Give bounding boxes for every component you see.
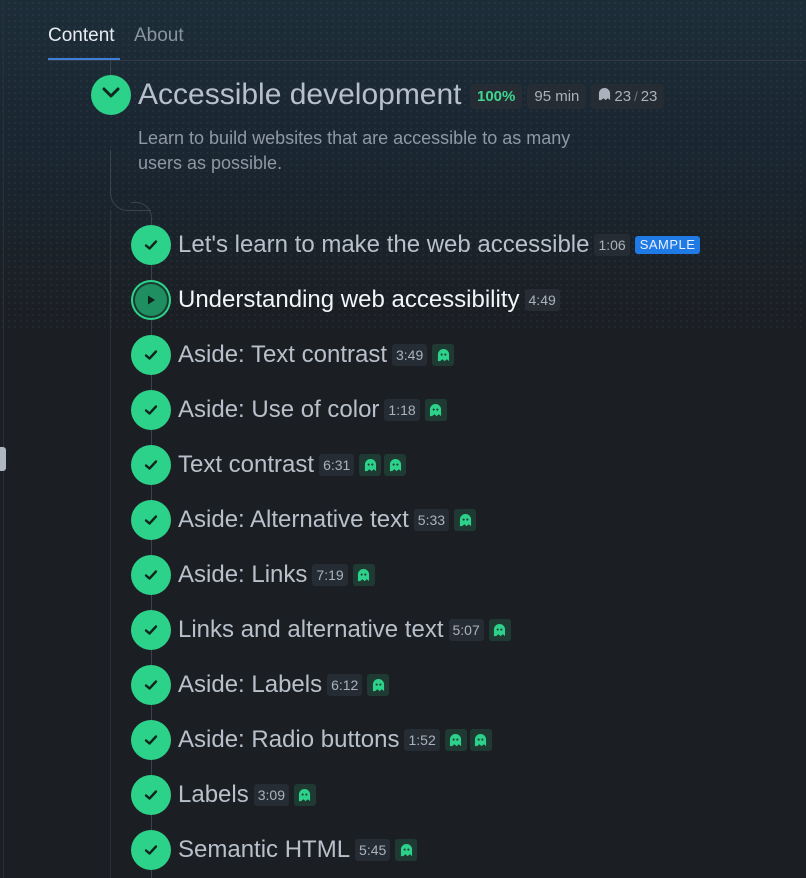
lesson-item[interactable]: Aside: Use of color 1:18 [131, 390, 447, 430]
lesson-item[interactable]: Text contrast 6:31 [131, 445, 407, 485]
lesson-item[interactable]: Aside: Radio buttons 1:52 [131, 720, 492, 760]
ghost-icon [598, 84, 611, 109]
checkmark-icon[interactable] [131, 335, 171, 375]
left-panel-border [3, 0, 4, 878]
ghost-icon [384, 454, 407, 476]
checkmark-icon[interactable] [131, 610, 171, 650]
lesson-duration: 7:19 [312, 564, 348, 586]
lesson-item[interactable]: Aside: Links 7:19 [131, 555, 375, 595]
ghost-icon [395, 839, 418, 861]
challenges-done: 23 [614, 88, 632, 105]
challenges-badge: 23 / 23 [591, 84, 665, 109]
lesson-item[interactable]: Let's learn to make the web accessible 1:… [131, 225, 701, 265]
lesson-title[interactable]: Labels [178, 781, 249, 809]
ghost-icon [352, 564, 375, 586]
lesson-title[interactable]: Let's learn to make the web accessible [178, 231, 589, 259]
lesson-title[interactable]: Aside: Radio buttons [178, 726, 399, 754]
checkmark-icon[interactable] [131, 445, 171, 485]
lesson-duration: 5:07 [448, 619, 484, 641]
lesson-duration: 3:09 [253, 784, 289, 806]
checkmark-icon[interactable] [131, 555, 171, 595]
checkmark-icon[interactable] [131, 390, 171, 430]
ghost-icon [488, 619, 511, 641]
checkmark-icon[interactable] [131, 665, 171, 705]
section-description: Learn to build websites that are accessi… [138, 128, 571, 173]
lesson-duration: 5:45 [355, 839, 391, 861]
lesson-title[interactable]: Links and alternative text [178, 616, 444, 644]
chevron-down-icon [102, 86, 120, 104]
lesson-duration: 6:12 [327, 674, 363, 696]
lesson-item[interactable]: Links and alternative text 5:07 [131, 610, 511, 650]
lesson-title[interactable]: Aside: Labels [178, 671, 322, 699]
lesson-duration: 4:49 [524, 289, 560, 311]
ghost-icon [444, 729, 467, 751]
progress-badge: 100% [470, 84, 523, 109]
lesson-duration: 1:52 [404, 729, 440, 751]
lesson-item[interactable]: Semantic HTML 5:45 [131, 830, 418, 870]
checkmark-icon[interactable] [131, 830, 171, 870]
lesson-title[interactable]: Aside: Use of color [178, 396, 379, 424]
ghost-icon [367, 674, 390, 696]
tab-about[interactable]: About [134, 25, 184, 47]
lesson-duration: 5:33 [413, 509, 450, 531]
lesson-title[interactable]: Aside: Text contrast [178, 341, 387, 369]
tab-content[interactable]: Content [48, 25, 115, 47]
lesson-item[interactable]: Aside: Text contrast 3:49 [131, 335, 455, 375]
section-stats: 100% 95 min 23 / 23 [470, 84, 665, 109]
ghost-icon [359, 454, 382, 476]
sample-badge: SAMPLE [634, 236, 701, 254]
checkmark-icon[interactable] [131, 720, 171, 760]
section-title: Accessible development [138, 78, 462, 111]
section-collapse-button[interactable] [91, 75, 131, 115]
lesson-duration: 1:18 [384, 399, 420, 421]
tree-connector [110, 60, 111, 75]
panel-resize-handle[interactable] [0, 447, 6, 471]
ghost-icon [432, 344, 455, 366]
lesson-title[interactable]: Understanding web accessibility [178, 286, 520, 314]
lesson-duration: 1:06 [594, 234, 630, 256]
checkmark-icon[interactable] [131, 775, 171, 815]
lesson-duration: 6:31 [319, 454, 355, 476]
lesson-duration: 3:49 [392, 344, 428, 366]
lesson-title[interactable]: Aside: Links [178, 561, 307, 589]
ghost-icon [293, 784, 316, 806]
challenges-separator: / [634, 89, 638, 104]
play-icon[interactable] [131, 280, 171, 320]
lesson-item[interactable]: Aside: Alternative text 5:33 [131, 500, 477, 540]
duration-badge: 95 min [527, 84, 587, 109]
tab-bar: Content About [48, 0, 806, 61]
lesson-item[interactable]: Understanding web accessibility 4:49 [131, 280, 560, 320]
ghost-icon [454, 509, 477, 531]
challenges-total: 23 [640, 88, 658, 105]
tree-connector [110, 210, 111, 878]
checkmark-icon[interactable] [131, 500, 171, 540]
ghost-icon [469, 729, 492, 751]
checkmark-icon[interactable] [131, 225, 171, 265]
lesson-title[interactable]: Semantic HTML [178, 836, 350, 864]
lesson-item[interactable]: Aside: Labels 6:12 [131, 665, 390, 705]
ghost-icon [424, 399, 447, 421]
lesson-title[interactable]: Text contrast [178, 451, 314, 479]
lesson-title[interactable]: Aside: Alternative text [178, 506, 409, 534]
lesson-item[interactable]: Labels 3:09 [131, 775, 316, 815]
